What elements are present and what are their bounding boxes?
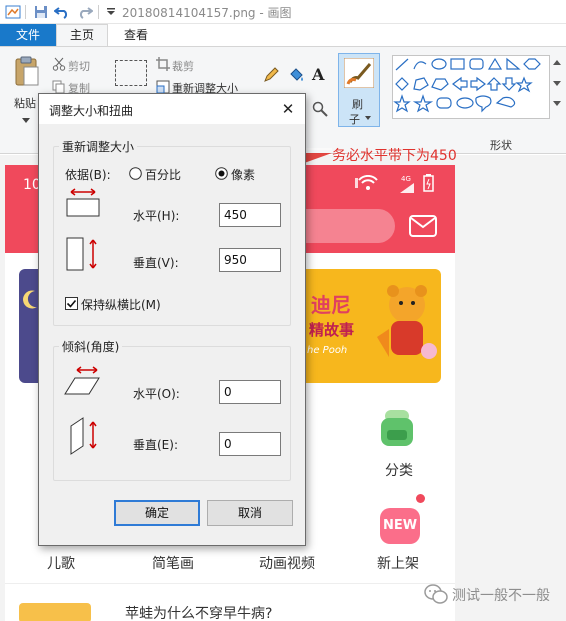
dialog-title: 调整大小和扭曲 [49, 104, 134, 118]
pencil-icon[interactable] [263, 67, 279, 86]
watermark-text: 测试一般不一般 [452, 588, 550, 604]
article-title[interactable]: 苹蛙为什么不穿早牛病? [125, 603, 272, 621]
nav-label-drawing[interactable]: 简笔画 [152, 553, 194, 573]
mail-icon[interactable] [409, 215, 437, 240]
horizontal-resize-icon [66, 188, 100, 217]
save-icon[interactable] [32, 3, 50, 21]
title-bar: 20180814104157.png - 画图 [0, 0, 566, 24]
battery-icon [423, 174, 435, 195]
paste-dropdown-icon[interactable] [22, 113, 30, 127]
ribbon-tabs: 文件 主页 查看 [0, 24, 566, 47]
crop-icon[interactable] [156, 57, 170, 74]
vertical-input[interactable] [219, 248, 281, 272]
tab-file[interactable]: 文件 [0, 24, 56, 46]
select-icon[interactable] [115, 60, 147, 86]
brush-label: 刷 [352, 98, 363, 111]
tag-badge [19, 603, 91, 621]
ok-button[interactable]: 确定 [114, 500, 200, 526]
nav-label-videos[interactable]: 动画视频 [259, 553, 315, 573]
divider [5, 583, 455, 584]
redo-icon[interactable] [76, 3, 94, 21]
skew-h-label: 水平(O): [133, 387, 180, 401]
magnifier-icon[interactable] [312, 101, 328, 120]
wechat-icon [424, 583, 448, 608]
keep-ratio-checkbox[interactable] [65, 297, 78, 313]
right-banner[interactable]: 迪尼 精故事 he Pooh [305, 269, 441, 383]
backpack-icon[interactable] [377, 408, 417, 451]
annotation-text: 务必水平带下为450 [332, 148, 457, 164]
scissors-icon[interactable] [52, 57, 66, 74]
brush-dropdown-icon [365, 116, 371, 120]
pixels-radio[interactable] [215, 167, 228, 183]
customize-quick-access-icon[interactable] [102, 3, 120, 21]
moon-icon [23, 290, 37, 309]
dialog-titlebar[interactable]: 调整大小和扭曲 ✕ [39, 94, 305, 124]
cut-label[interactable]: 剪切 [68, 58, 90, 74]
horizontal-input[interactable] [219, 203, 281, 227]
close-icon[interactable]: ✕ [279, 100, 297, 118]
horizontal-label: 水平(H): [133, 209, 180, 223]
paste-label[interactable]: 粘贴 [14, 95, 36, 111]
banner-title: 迪尼 [311, 293, 351, 317]
pixels-label[interactable]: 像素 [231, 166, 255, 183]
crop-label[interactable]: 裁剪 [172, 58, 194, 74]
undo-icon[interactable] [53, 3, 71, 21]
cancel-button[interactable]: 取消 [207, 500, 293, 526]
new-badge-icon[interactable]: NEW [380, 508, 420, 544]
skew-group-label: 倾斜(角度) [59, 338, 123, 355]
brush-sub-label: 子 [349, 113, 360, 126]
dialog-body: 重新调整大小 依据(B): 百分比 像素 水平(H): 垂直(V): [39, 124, 305, 545]
brush-icon [344, 58, 374, 88]
category-label[interactable]: 分类 [385, 460, 413, 480]
shapes-group-label: 形状 [490, 139, 512, 152]
cellular-icon [400, 182, 416, 196]
keep-ratio-label[interactable]: 保持纵横比(M) [81, 296, 161, 313]
percent-radio[interactable] [129, 167, 142, 183]
skew-v-label: 垂直(E): [133, 438, 178, 452]
skew-h-input[interactable] [219, 380, 281, 404]
shapes-gallery[interactable] [392, 55, 550, 119]
basis-label: 依据(B): [65, 168, 111, 182]
paste-button[interactable] [14, 55, 40, 90]
fill-bucket-icon[interactable] [288, 67, 304, 86]
shapes-scroll[interactable] [551, 55, 563, 119]
banner-subtitle: 精故事 [309, 321, 355, 339]
tab-view[interactable]: 查看 [114, 24, 158, 46]
cartoon-characters-icon [377, 285, 437, 359]
banner-pooh: he Pooh [307, 345, 348, 356]
notification-dot [416, 494, 425, 503]
window-title: 20180814104157.png - 画图 [122, 6, 292, 20]
skew-v-input[interactable] [219, 432, 281, 456]
tab-home[interactable]: 主页 [56, 24, 108, 47]
shapes-icon [393, 57, 541, 113]
resize-group-label: 重新调整大小 [59, 138, 138, 155]
vertical-skew-icon [70, 417, 97, 455]
text-tool-icon[interactable]: A [312, 65, 324, 84]
separator [25, 5, 26, 19]
vertical-resize-icon [66, 237, 97, 271]
signal-icon [355, 174, 381, 194]
paint-app-icon[interactable] [4, 3, 22, 21]
separator [98, 5, 99, 19]
brush-button[interactable]: 刷 子 [338, 53, 380, 127]
vertical-label: 垂直(V): [133, 256, 179, 270]
new-label[interactable]: 新上架 [377, 553, 419, 573]
horizontal-skew-icon [64, 366, 100, 395]
nav-label-songs[interactable]: 儿歌 [47, 553, 75, 573]
clipboard-icon [15, 56, 39, 86]
percent-label[interactable]: 百分比 [145, 166, 181, 183]
resize-dialog: 调整大小和扭曲 ✕ 重新调整大小 依据(B): 百分比 像素 水平(H): 垂 [38, 93, 306, 546]
